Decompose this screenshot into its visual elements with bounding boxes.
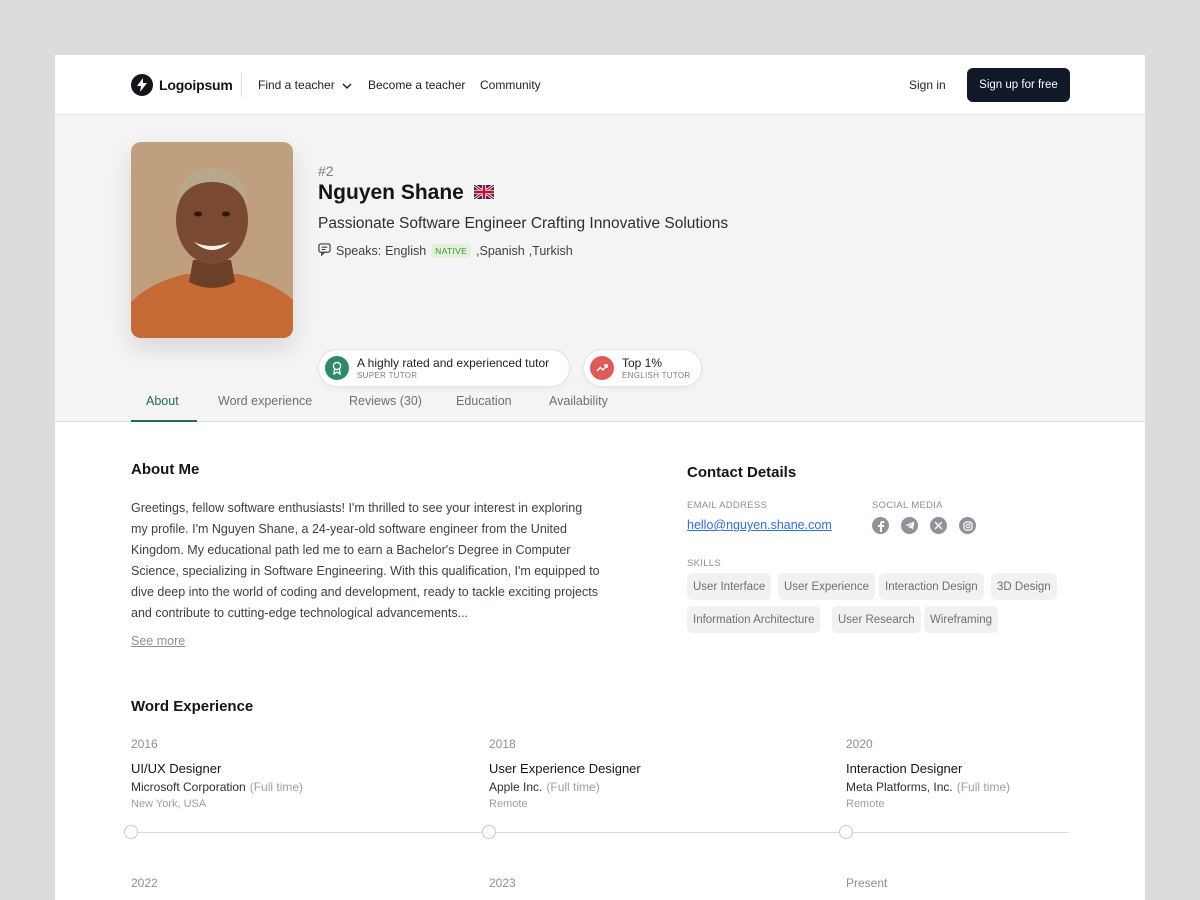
work-item: 2020 Interaction Designer Meta Platforms… (846, 737, 1010, 810)
badge-title: Top 1% (622, 355, 663, 370)
bolt-logo-icon (131, 74, 153, 96)
work-item: 2016 UI/UX Designer Microsoft Corporatio… (131, 737, 303, 810)
language-turkish: ,Turkish (528, 244, 573, 258)
work-company: Apple Inc. (489, 780, 543, 794)
skill-chip: Interaction Design (879, 573, 984, 600)
nav-find-teacher[interactable]: Find a teacher (258, 78, 352, 92)
nav-find-teacher-label: Find a teacher (258, 78, 335, 92)
social-icons (872, 517, 988, 534)
top-tutor-badge: Top 1% ENGLISH TUTOR (583, 349, 702, 387)
work-year: 2020 (846, 737, 873, 751)
award-icon (325, 356, 349, 380)
skill-chip: User Interface (687, 573, 772, 600)
tab-about[interactable]: About (146, 394, 179, 408)
work-type: (Full time) (956, 780, 1011, 794)
uk-flag-icon (473, 181, 495, 205)
speaks-row: Speaks: English NATIVE ,Spanish ,Turkish (318, 243, 573, 259)
skill-chip: Wireframing (924, 606, 998, 633)
tutor-name-row: Nguyen Shane (318, 181, 495, 205)
x-icon[interactable] (930, 517, 947, 534)
profile-header: #2 Nguyen Shane Passionate Software Engi… (55, 115, 1145, 422)
native-tag: NATIVE (431, 244, 472, 258)
work-year: 2016 (131, 737, 158, 751)
work-company: Microsoft Corporation (131, 780, 246, 794)
speaks-label: Speaks: (336, 244, 382, 258)
signin-link[interactable]: Sign in (909, 78, 946, 92)
work-year: Present (846, 876, 888, 890)
nav-community[interactable]: Community (480, 78, 541, 92)
work-location: New York, USA (131, 798, 207, 810)
logo-text: Logoipsum (159, 77, 233, 93)
work-location: Remote (489, 798, 528, 810)
timeline-line (131, 832, 1069, 833)
profile-photo (131, 142, 293, 338)
timeline-dot (839, 825, 853, 839)
instagram-icon[interactable] (959, 517, 976, 534)
timeline-dot (482, 825, 496, 839)
skills-label: SKILLS (687, 558, 722, 569)
nav-divider (241, 73, 242, 97)
about-text: Greetings, fellow software enthusiasts! … (131, 501, 600, 620)
tab-availability[interactable]: Availability (549, 394, 608, 408)
social-label: SOCIAL MEDIA (872, 500, 943, 511)
work-role: User Experience Designer (489, 761, 641, 776)
skill-chip: 3D Design (991, 573, 1057, 600)
work-company-row: Apple Inc. (Full time) (489, 780, 641, 794)
tutor-name: Nguyen Shane (318, 181, 464, 204)
super-tutor-badge: A highly rated and experienced tutor SUP… (318, 349, 570, 387)
work-item: 2018 User Experience Designer Apple Inc.… (489, 737, 641, 810)
telegram-icon[interactable] (901, 517, 918, 534)
contact-title: Contact Details (687, 464, 797, 481)
work-role: Interaction Designer (846, 761, 963, 776)
signup-button[interactable]: Sign up for free (967, 68, 1070, 102)
badge-title: A highly rated and experienced tutor (357, 355, 550, 370)
logo[interactable]: Logoipsum (131, 74, 233, 96)
work-company: Meta Platforms, Inc. (846, 780, 953, 794)
language-spanish: ,Spanish (476, 244, 525, 258)
work-role: UI/UX Designer (131, 761, 222, 776)
page-frame: Logoipsum Find a teacher Become a teache… (55, 55, 1145, 900)
work-title: Word Experience (131, 698, 254, 715)
badge-subtitle: SUPER TUTOR (357, 370, 418, 380)
tutor-rank: #2 (318, 163, 334, 179)
see-more-link[interactable]: See more (131, 634, 185, 648)
work-location: Remote (846, 798, 885, 810)
tutor-headline: Passionate Software Engineer Crafting In… (318, 215, 729, 232)
top-nav: Logoipsum Find a teacher Become a teache… (55, 55, 1145, 115)
skill-chip: User Experience (778, 573, 876, 600)
chevron-down-icon (342, 78, 352, 92)
skill-chip: User Research (832, 606, 921, 633)
language-english: English (385, 244, 427, 258)
skill-chip: Information Architecture (687, 606, 821, 633)
facebook-icon[interactable] (872, 517, 889, 534)
work-type: (Full time) (249, 780, 304, 794)
work-type: (Full time) (546, 780, 600, 794)
work-year: 2022 (131, 876, 158, 890)
tab-reviews[interactable]: Reviews (30) (349, 394, 422, 408)
tab-word-experience[interactable]: Word experience (218, 394, 312, 408)
trending-up-icon (590, 356, 614, 380)
badge-subtitle: ENGLISH TUTOR (622, 370, 691, 380)
chat-icon (318, 243, 331, 259)
email-link[interactable]: hello@nguyen.shane.com (687, 518, 832, 532)
work-company-row: Microsoft Corporation (Full time) (131, 780, 303, 794)
work-year: 2018 (489, 737, 516, 751)
work-company-row: Meta Platforms, Inc. (Full time) (846, 780, 1010, 794)
email-label: EMAIL ADDRESS (687, 500, 768, 511)
tab-education[interactable]: Education (456, 394, 512, 408)
nav-become-teacher[interactable]: Become a teacher (368, 78, 465, 92)
work-year: 2023 (489, 876, 516, 890)
timeline-dot (124, 825, 138, 839)
active-tab-indicator (131, 420, 197, 422)
about-title: About Me (131, 461, 200, 478)
